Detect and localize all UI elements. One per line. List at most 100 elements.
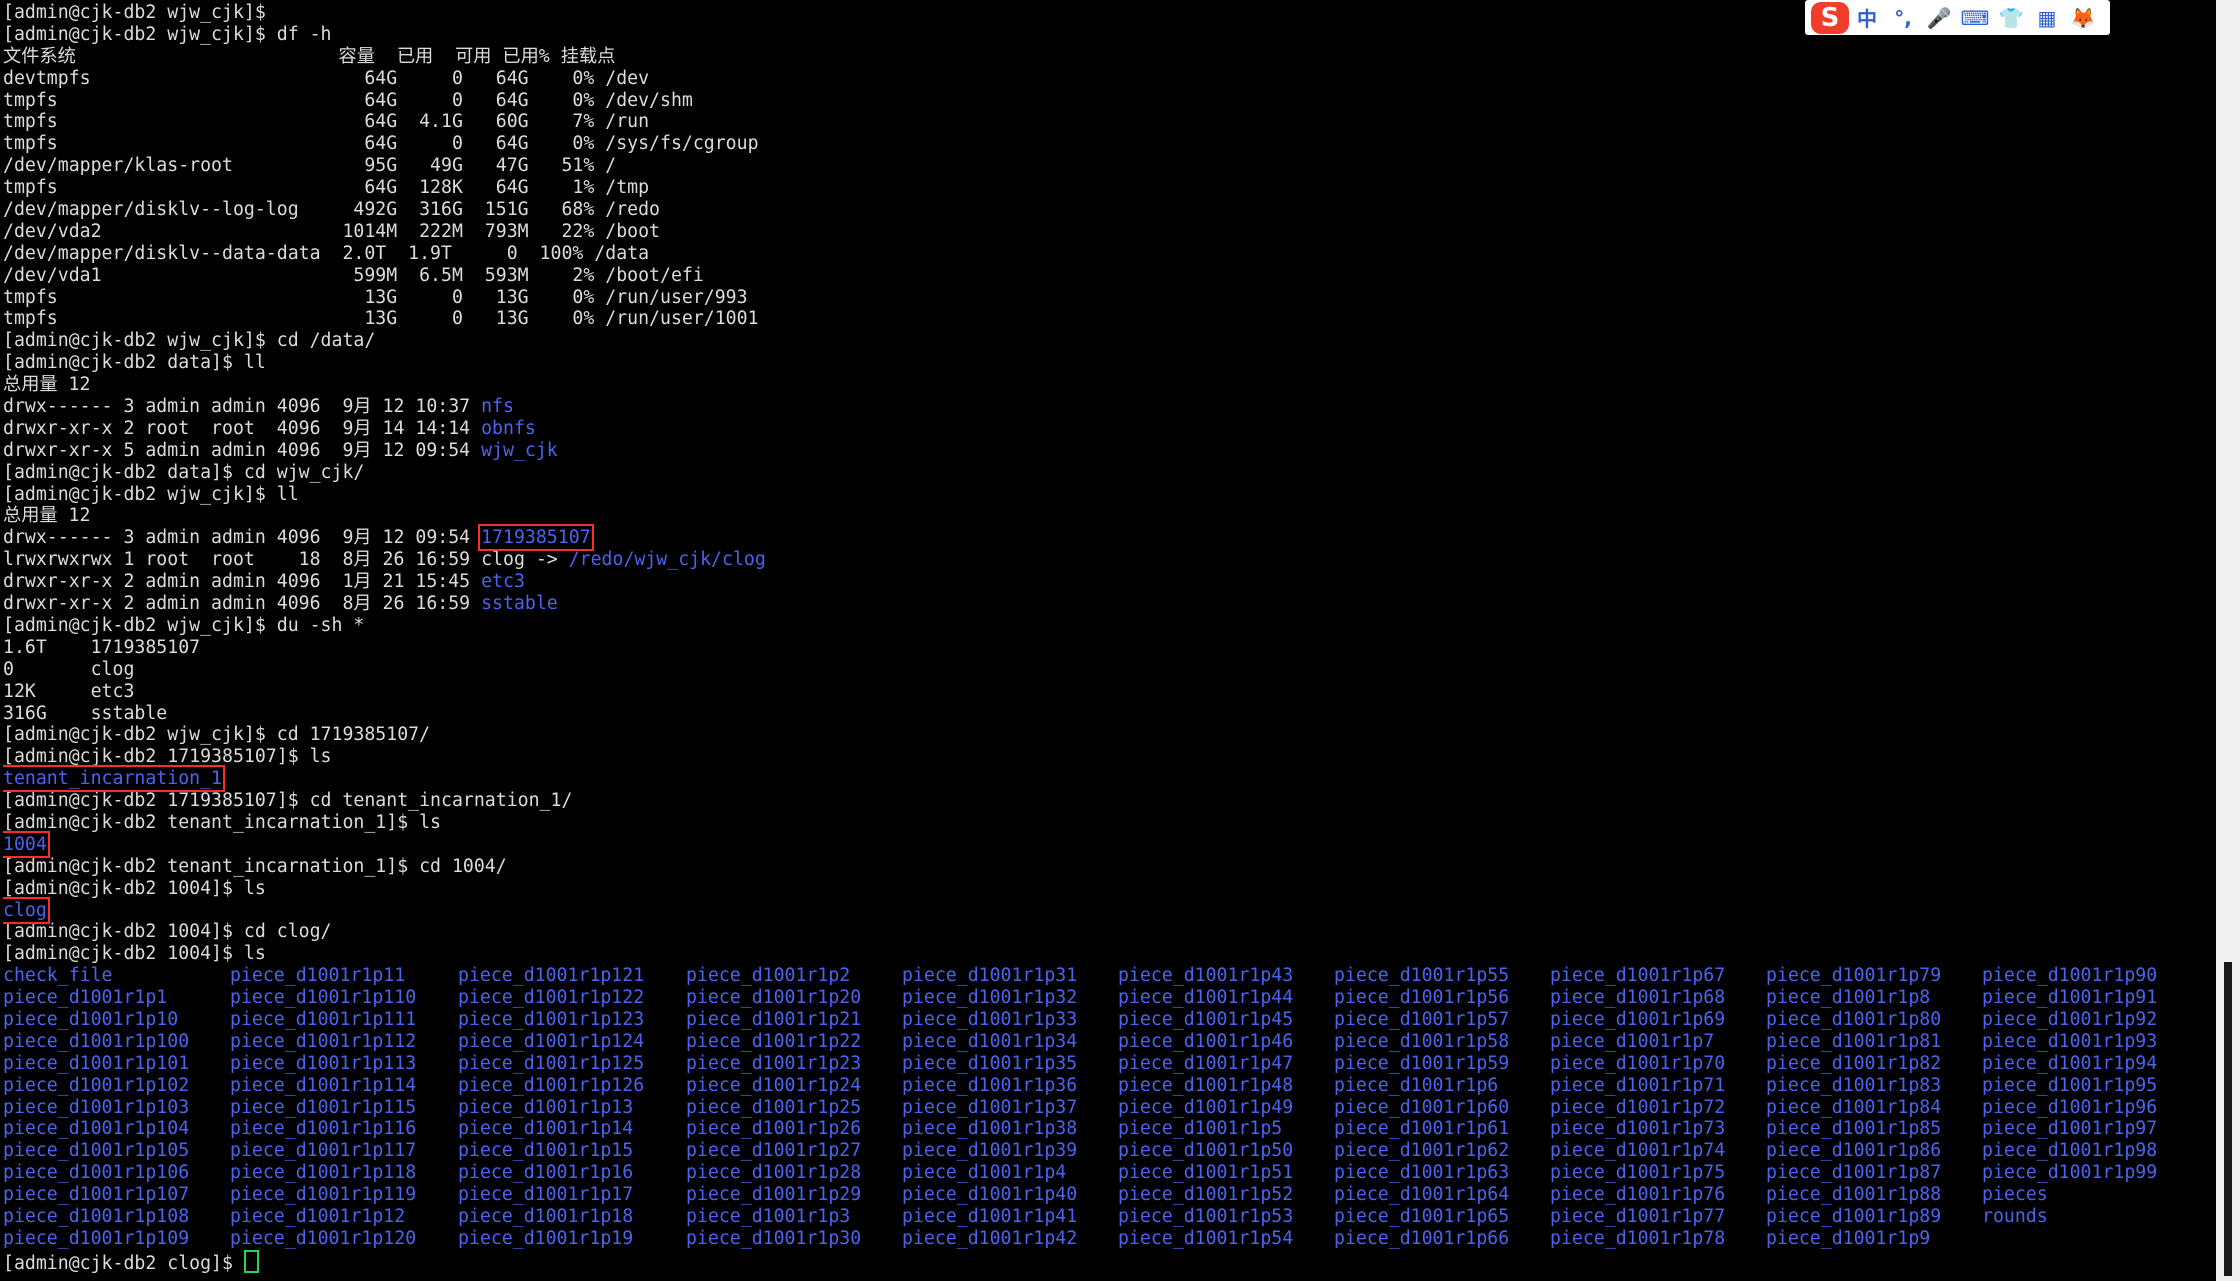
vertical-scrollbar[interactable] [2216, 0, 2240, 1281]
file-list-item[interactable]: piece_d1001r1p111 [230, 1009, 458, 1031]
file-list-item[interactable]: piece_d1001r1p87 [1766, 1162, 1982, 1184]
mascot-icon[interactable]: 🦊 [2065, 3, 2101, 33]
file-list-item[interactable]: piece_d1001r1p32 [902, 987, 1118, 1009]
file-list-item[interactable]: piece_d1001r1p106 [3, 1162, 230, 1184]
file-list-item[interactable]: piece_d1001r1p85 [1766, 1118, 1982, 1140]
file-list-item[interactable]: piece_d1001r1p78 [1550, 1228, 1766, 1250]
scrollbar-thumb[interactable] [2224, 962, 2232, 1276]
file-list-item[interactable]: piece_d1001r1p2 [686, 965, 902, 987]
file-list-item[interactable]: piece_d1001r1p103 [3, 1097, 230, 1119]
file-list-item[interactable]: piece_d1001r1p118 [230, 1162, 458, 1184]
file-list-item[interactable]: piece_d1001r1p65 [1334, 1206, 1550, 1228]
file-list-item[interactable]: piece_d1001r1p35 [902, 1053, 1118, 1075]
file-list-item[interactable]: piece_d1001r1p64 [1334, 1184, 1550, 1206]
file-list-item[interactable]: piece_d1001r1p108 [3, 1206, 230, 1228]
file-list-item[interactable]: piece_d1001r1p84 [1766, 1097, 1982, 1119]
file-list-item[interactable]: piece_d1001r1p93 [1982, 1031, 2198, 1053]
file-list-item[interactable]: piece_d1001r1p125 [458, 1053, 686, 1075]
file-list-item[interactable]: piece_d1001r1p27 [686, 1140, 902, 1162]
directory-name[interactable]: nfs [481, 396, 514, 417]
file-list-item[interactable]: piece_d1001r1p101 [3, 1053, 230, 1075]
skin-icon[interactable]: 👕 [1993, 3, 2029, 33]
highlighted-directory-name[interactable]: 1719385107 [478, 524, 594, 552]
file-list-item[interactable]: piece_d1001r1p13 [458, 1097, 686, 1119]
file-list-item[interactable]: piece_d1001r1p89 [1766, 1206, 1982, 1228]
file-list-item[interactable]: piece_d1001r1p7 [1550, 1031, 1766, 1053]
file-list-item[interactable]: piece_d1001r1p31 [902, 965, 1118, 987]
file-list-item[interactable]: piece_d1001r1p54 [1118, 1228, 1334, 1250]
prompt-line[interactable]: [admin@cjk-db2 clog]$ [3, 1249, 2208, 1274]
file-list-item[interactable]: piece_d1001r1p16 [458, 1162, 686, 1184]
file-list-item[interactable]: piece_d1001r1p86 [1766, 1140, 1982, 1162]
file-list-item[interactable]: piece_d1001r1p22 [686, 1031, 902, 1053]
file-list-item[interactable]: piece_d1001r1p97 [1982, 1118, 2198, 1140]
file-list-item[interactable]: piece_d1001r1p46 [1118, 1031, 1334, 1053]
file-list-item[interactable]: pieces [1982, 1184, 2198, 1206]
file-list-item[interactable]: piece_d1001r1p15 [458, 1140, 686, 1162]
file-list-item[interactable]: piece_d1001r1p115 [230, 1097, 458, 1119]
file-list-item[interactable]: piece_d1001r1p109 [3, 1228, 230, 1250]
file-list-item[interactable]: piece_d1001r1p5 [1118, 1118, 1334, 1140]
file-list-item[interactable]: piece_d1001r1p53 [1118, 1206, 1334, 1228]
file-list-item[interactable]: piece_d1001r1p30 [686, 1228, 902, 1250]
file-list-item[interactable]: piece_d1001r1p104 [3, 1118, 230, 1140]
file-list-item[interactable]: piece_d1001r1p81 [1766, 1031, 1982, 1053]
file-list-item[interactable]: piece_d1001r1p18 [458, 1206, 686, 1228]
file-list-item[interactable]: piece_d1001r1p17 [458, 1184, 686, 1206]
file-list-item[interactable]: piece_d1001r1p63 [1334, 1162, 1550, 1184]
microphone-icon[interactable]: 🎤 [1921, 3, 1957, 33]
file-list-item[interactable]: piece_d1001r1p52 [1118, 1184, 1334, 1206]
directory-name[interactable]: sstable [481, 593, 558, 614]
file-list-item[interactable]: piece_d1001r1p82 [1766, 1053, 1982, 1075]
file-list-item[interactable]: piece_d1001r1p26 [686, 1118, 902, 1140]
file-list-item[interactable]: piece_d1001r1p6 [1334, 1075, 1550, 1097]
file-list-item[interactable]: piece_d1001r1p74 [1550, 1140, 1766, 1162]
file-list-item[interactable]: piece_d1001r1p90 [1982, 965, 2198, 987]
chinese-mode-icon[interactable]: 中 [1849, 3, 1885, 33]
file-list-item[interactable]: piece_d1001r1p55 [1334, 965, 1550, 987]
file-list-item[interactable]: piece_d1001r1p117 [230, 1140, 458, 1162]
file-list-item[interactable]: piece_d1001r1p39 [902, 1140, 1118, 1162]
file-list-item[interactable]: piece_d1001r1p121 [458, 965, 686, 987]
file-list-item[interactable]: piece_d1001r1p119 [230, 1184, 458, 1206]
ime-toolbar[interactable]: S 中 °, 🎤 ⌨ 👕 ▦ 🦊 [1805, 0, 2110, 35]
file-list-item[interactable]: check_file [3, 965, 230, 987]
file-list-item[interactable]: piece_d1001r1p100 [3, 1031, 230, 1053]
file-list-item[interactable]: piece_d1001r1p56 [1334, 987, 1550, 1009]
sogou-logo-icon[interactable]: S [1811, 1, 1849, 34]
file-list-item[interactable]: piece_d1001r1p38 [902, 1118, 1118, 1140]
file-list-item[interactable]: piece_d1001r1p57 [1334, 1009, 1550, 1031]
file-list-item[interactable]: piece_d1001r1p92 [1982, 1009, 2198, 1031]
file-list-item[interactable]: piece_d1001r1p19 [458, 1228, 686, 1250]
file-list-item[interactable]: piece_d1001r1p33 [902, 1009, 1118, 1031]
file-list-item[interactable]: piece_d1001r1p29 [686, 1184, 902, 1206]
apps-grid-icon[interactable]: ▦ [2029, 3, 2065, 33]
file-list-item[interactable]: piece_d1001r1p60 [1334, 1097, 1550, 1119]
file-list-item[interactable]: piece_d1001r1p83 [1766, 1075, 1982, 1097]
file-list-item[interactable]: piece_d1001r1p96 [1982, 1097, 2198, 1119]
file-list-item[interactable]: piece_d1001r1p25 [686, 1097, 902, 1119]
file-list-item[interactable]: piece_d1001r1p11 [230, 965, 458, 987]
file-list-item[interactable]: piece_d1001r1p51 [1118, 1162, 1334, 1184]
file-list-item[interactable]: piece_d1001r1p58 [1334, 1031, 1550, 1053]
file-list-item[interactable]: piece_d1001r1p41 [902, 1206, 1118, 1228]
file-list-item[interactable]: piece_d1001r1p43 [1118, 965, 1334, 987]
file-list-item[interactable]: piece_d1001r1p113 [230, 1053, 458, 1075]
file-list-item[interactable]: piece_d1001r1p12 [230, 1206, 458, 1228]
file-list-item[interactable]: piece_d1001r1p10 [3, 1009, 230, 1031]
file-list-item[interactable]: piece_d1001r1p45 [1118, 1009, 1334, 1031]
file-list-item[interactable]: piece_d1001r1p14 [458, 1118, 686, 1140]
file-list-item[interactable]: piece_d1001r1p3 [686, 1206, 902, 1228]
file-list-item[interactable]: piece_d1001r1p61 [1334, 1118, 1550, 1140]
file-list-item[interactable]: piece_d1001r1p37 [902, 1097, 1118, 1119]
file-list-item[interactable]: piece_d1001r1p42 [902, 1228, 1118, 1250]
highlighted-directory-name[interactable]: tenant_incarnation_1 [3, 765, 225, 793]
file-list-item[interactable]: piece_d1001r1p98 [1982, 1140, 2198, 1162]
file-list-item[interactable]: piece_d1001r1p88 [1766, 1184, 1982, 1206]
file-list-item[interactable]: piece_d1001r1p8 [1766, 987, 1982, 1009]
file-list-item[interactable]: piece_d1001r1p71 [1550, 1075, 1766, 1097]
directory-name[interactable]: /redo/wjw_cjk/clog [569, 549, 766, 570]
file-list-item[interactable]: piece_d1001r1p20 [686, 987, 902, 1009]
file-list-item[interactable]: piece_d1001r1p24 [686, 1075, 902, 1097]
file-list-item[interactable]: piece_d1001r1p126 [458, 1075, 686, 1097]
